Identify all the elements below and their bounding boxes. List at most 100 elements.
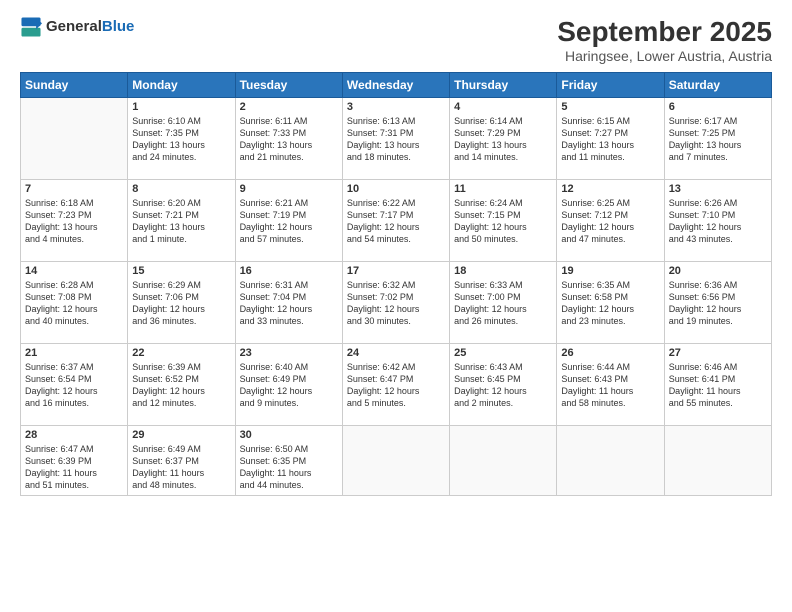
table-row: 24Sunrise: 6:42 AM Sunset: 6:47 PM Dayli…: [342, 344, 449, 426]
cell-info: Sunrise: 6:49 AM Sunset: 6:37 PM Dayligh…: [132, 443, 230, 492]
table-row: [664, 426, 771, 496]
day-number: 3: [347, 101, 445, 113]
day-number: 16: [240, 265, 338, 277]
table-row: 27Sunrise: 6:46 AM Sunset: 6:41 PM Dayli…: [664, 344, 771, 426]
cell-info: Sunrise: 6:47 AM Sunset: 6:39 PM Dayligh…: [25, 443, 123, 492]
cell-info: Sunrise: 6:25 AM Sunset: 7:12 PM Dayligh…: [561, 197, 659, 246]
subtitle: Haringsee, Lower Austria, Austria: [557, 48, 772, 64]
table-row: 6Sunrise: 6:17 AM Sunset: 7:25 PM Daylig…: [664, 98, 771, 180]
cell-info: Sunrise: 6:10 AM Sunset: 7:35 PM Dayligh…: [132, 115, 230, 164]
table-row: 8 Sunrise: 6:20 AM Sunset: 7:21 PM Daylig…: [128, 180, 235, 262]
day-number: 30: [240, 429, 338, 441]
day-number: 11: [454, 183, 552, 195]
table-row: 25 Sunrise: 6:43 AM Sunset: 6:45 PM Dayli…: [450, 344, 557, 426]
table-row: 10 Sunrise: 6:22 AM Sunset: 7:17 PM Dayli…: [342, 180, 449, 262]
table-row: [557, 426, 664, 496]
day-number: 13: [669, 183, 767, 195]
logo-blue: Blue: [102, 18, 135, 35]
table-row: 16 Sunrise: 6:31 AM Sunset: 7:04 PM Dayli…: [235, 262, 342, 344]
cell-info: Sunrise: 6:24 AM Sunset: 7:15 PM Dayligh…: [454, 197, 552, 246]
cell-info: Sunrise: 6:35 AM Sunset: 6:58 PM Dayligh…: [561, 279, 659, 328]
day-number: 8: [132, 183, 230, 195]
cell-info: Sunrise: 6:31 AM Sunset: 7:04 PM Dayligh…: [240, 279, 338, 328]
header-friday: Friday: [557, 73, 664, 98]
table-row: 26Sunrise: 6:44 AM Sunset: 6:43 PM Dayli…: [557, 344, 664, 426]
cell-info: Sunrise: 6:20 AM Sunset: 7:21 PM Dayligh…: [132, 197, 230, 246]
cell-info: Sunrise: 6:36 AM Sunset: 6:56 PM Dayligh…: [669, 279, 767, 328]
cell-info: Sunrise: 6:15 AM Sunset: 7:27 PM Dayligh…: [561, 115, 659, 164]
logo-icon: [20, 16, 42, 38]
day-number: 22: [132, 347, 230, 359]
day-number: 15: [132, 265, 230, 277]
table-row: 28 Sunrise: 6:47 AM Sunset: 6:39 PM Dayli…: [21, 426, 128, 496]
header-sunday: Sunday: [21, 73, 128, 98]
main-title: September 2025: [557, 16, 772, 48]
day-number: 2: [240, 101, 338, 113]
day-number: 26: [561, 347, 659, 359]
cell-info: Sunrise: 6:40 AM Sunset: 6:49 PM Dayligh…: [240, 361, 338, 410]
table-row: 13 Sunrise: 6:26 AM Sunset: 7:10 PM Dayli…: [664, 180, 771, 262]
cell-info: Sunrise: 6:13 AM Sunset: 7:31 PM Dayligh…: [347, 115, 445, 164]
day-number: 6: [669, 101, 767, 113]
cell-info: Sunrise: 6:33 AM Sunset: 7:00 PM Dayligh…: [454, 279, 552, 328]
page: GeneralBlue September 2025 Haringsee, Lo…: [0, 0, 792, 612]
day-number: 23: [240, 347, 338, 359]
calendar: Sunday Monday Tuesday Wednesday Thursday…: [20, 72, 772, 496]
header-saturday: Saturday: [664, 73, 771, 98]
table-row: 11 Sunrise: 6:24 AM Sunset: 7:15 PM Dayli…: [450, 180, 557, 262]
table-row: 5 Sunrise: 6:15 AM Sunset: 7:27 PM Daylig…: [557, 98, 664, 180]
cell-info: Sunrise: 6:22 AM Sunset: 7:17 PM Dayligh…: [347, 197, 445, 246]
day-number: 25: [454, 347, 552, 359]
table-row: 20 Sunrise: 6:36 AM Sunset: 6:56 PM Dayli…: [664, 262, 771, 344]
header-wednesday: Wednesday: [342, 73, 449, 98]
logo: GeneralBlue: [20, 16, 134, 38]
table-row: 1 Sunrise: 6:10 AM Sunset: 7:35 PM Daylig…: [128, 98, 235, 180]
cell-info: Sunrise: 6:46 AM Sunset: 6:41 PM Dayligh…: [669, 361, 767, 410]
day-number: 29: [132, 429, 230, 441]
cell-info: Sunrise: 6:42 AM Sunset: 6:47 PM Dayligh…: [347, 361, 445, 410]
table-row: 30Sunrise: 6:50 AM Sunset: 6:35 PM Dayli…: [235, 426, 342, 496]
cell-info: Sunrise: 6:29 AM Sunset: 7:06 PM Dayligh…: [132, 279, 230, 328]
cell-info: Sunrise: 6:14 AM Sunset: 7:29 PM Dayligh…: [454, 115, 552, 164]
table-row: 18 Sunrise: 6:33 AM Sunset: 7:00 PM Dayli…: [450, 262, 557, 344]
table-row: [342, 426, 449, 496]
table-row: 23 Sunrise: 6:40 AM Sunset: 6:49 PM Dayli…: [235, 344, 342, 426]
day-number: 1: [132, 101, 230, 113]
cell-info: Sunrise: 6:43 AM Sunset: 6:45 PM Dayligh…: [454, 361, 552, 410]
cell-info: Sunrise: 6:11 AM Sunset: 7:33 PM Dayligh…: [240, 115, 338, 164]
cell-info: Sunrise: 6:37 AM Sunset: 6:54 PM Dayligh…: [25, 361, 123, 410]
header-tuesday: Tuesday: [235, 73, 342, 98]
table-row: 19 Sunrise: 6:35 AM Sunset: 6:58 PM Dayli…: [557, 262, 664, 344]
day-number: 19: [561, 265, 659, 277]
header-thursday: Thursday: [450, 73, 557, 98]
cell-info: Sunrise: 6:39 AM Sunset: 6:52 PM Dayligh…: [132, 361, 230, 410]
day-number: 5: [561, 101, 659, 113]
table-row: 14 Sunrise: 6:28 AM Sunset: 7:08 PM Dayli…: [21, 262, 128, 344]
table-row: 17 Sunrise: 6:32 AM Sunset: 7:02 PM Dayli…: [342, 262, 449, 344]
cell-info: Sunrise: 6:18 AM Sunset: 7:23 PM Dayligh…: [25, 197, 123, 246]
logo-general: General: [46, 18, 102, 35]
table-row: 4 Sunrise: 6:14 AM Sunset: 7:29 PM Daylig…: [450, 98, 557, 180]
day-number: 17: [347, 265, 445, 277]
cell-info: Sunrise: 6:28 AM Sunset: 7:08 PM Dayligh…: [25, 279, 123, 328]
table-row: 2 Sunrise: 6:11 AM Sunset: 7:33 PM Daylig…: [235, 98, 342, 180]
day-number: 20: [669, 265, 767, 277]
day-number: 28: [25, 429, 123, 441]
table-row: 9Sunrise: 6:21 AM Sunset: 7:19 PM Daylig…: [235, 180, 342, 262]
table-row: [21, 98, 128, 180]
table-row: 7Sunrise: 6:18 AM Sunset: 7:23 PM Daylig…: [21, 180, 128, 262]
cell-info: Sunrise: 6:21 AM Sunset: 7:19 PM Dayligh…: [240, 197, 338, 246]
header: GeneralBlue September 2025 Haringsee, Lo…: [20, 16, 772, 64]
day-number: 4: [454, 101, 552, 113]
table-row: 15 Sunrise: 6:29 AM Sunset: 7:06 PM Dayli…: [128, 262, 235, 344]
table-row: 21Sunrise: 6:37 AM Sunset: 6:54 PM Dayli…: [21, 344, 128, 426]
cell-info: Sunrise: 6:26 AM Sunset: 7:10 PM Dayligh…: [669, 197, 767, 246]
day-number: 14: [25, 265, 123, 277]
day-number: 12: [561, 183, 659, 195]
day-number: 18: [454, 265, 552, 277]
table-row: 12 Sunrise: 6:25 AM Sunset: 7:12 PM Dayli…: [557, 180, 664, 262]
title-area: September 2025 Haringsee, Lower Austria,…: [557, 16, 772, 64]
table-row: [450, 426, 557, 496]
day-number: 10: [347, 183, 445, 195]
cell-info: Sunrise: 6:32 AM Sunset: 7:02 PM Dayligh…: [347, 279, 445, 328]
